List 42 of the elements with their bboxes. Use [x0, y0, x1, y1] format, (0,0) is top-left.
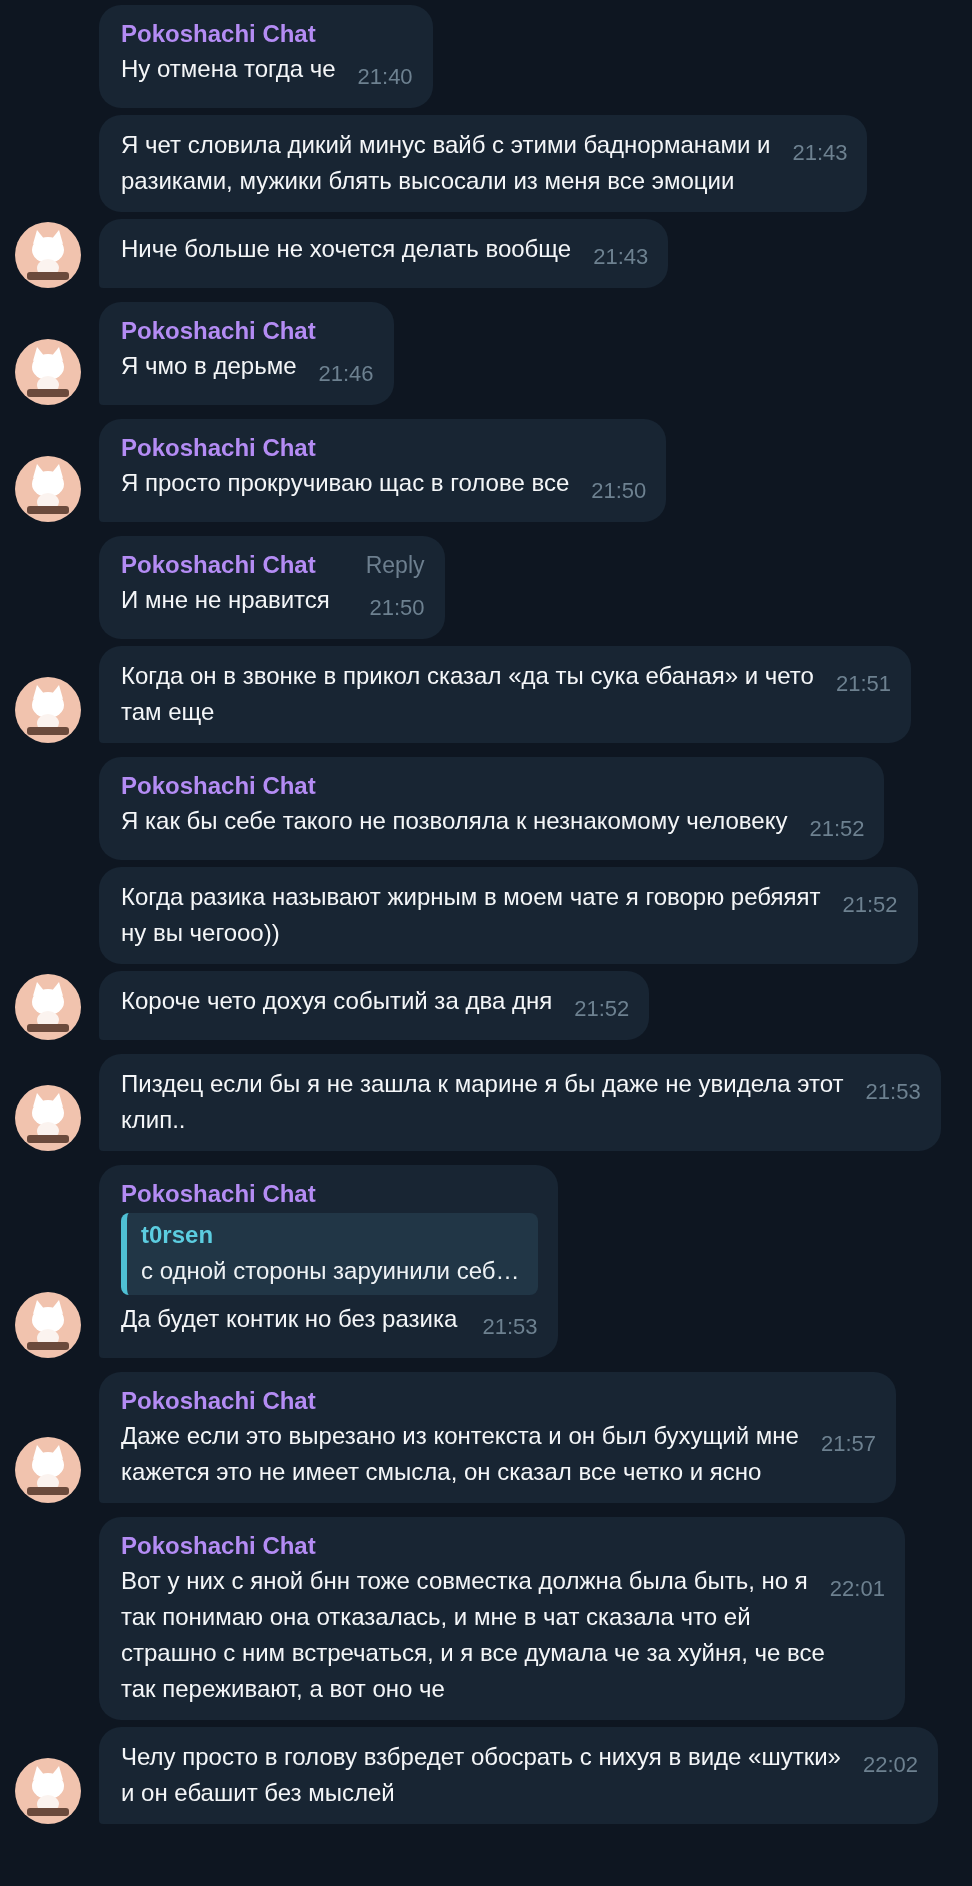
message-text: Я просто прокручиваю щас в голове все [121, 469, 570, 496]
message-text: Я чет словила дикий минус вайб с этими баднорманами и разиками, мужики блять высосали из меня все эмоции [121, 131, 771, 194]
message-text: Ну отмена тогда че [121, 55, 336, 82]
sender-name[interactable]: Pokoshachi Chat [121, 1529, 316, 1563]
sender-name[interactable]: Pokoshachi Chat [121, 431, 316, 465]
message-text: Пиздец если бы я не зашла к марине я бы даже не увидела этот клип.. [121, 1070, 844, 1133]
message-text: Челу просто в голову взбредет обосрать с нихуя в виде «шутки» и он ебашит без мыслей [121, 1743, 841, 1806]
message-text: Я чмо в дерьме [121, 352, 297, 379]
message-time: 21:52 [842, 891, 898, 919]
message-time: 22:02 [862, 1751, 918, 1779]
sender-name[interactable]: Pokoshachi Chat [121, 548, 316, 582]
message-time: 21:50 [369, 594, 425, 622]
message-time: 21:50 [591, 477, 647, 505]
sender-name[interactable]: Pokoshachi Chat [121, 769, 316, 803]
message-time: 21:57 [820, 1430, 876, 1458]
message-time: 22:01 [829, 1575, 885, 1603]
sender-name[interactable]: Pokoshachi Chat [121, 314, 316, 348]
message-time: 21:51 [835, 670, 891, 698]
message-time: 21:52 [574, 995, 630, 1023]
message-text: Когда он в звонке в прикол сказал «да ты сука ебаная» и чето там еще [121, 662, 814, 725]
message-time: 21:53 [482, 1313, 538, 1341]
quote-text: с одной стороны заруинили себ… [141, 1256, 520, 1286]
message-time: 21:46 [318, 360, 374, 388]
message-text: Ниче больше не хочется делать вообще [121, 235, 572, 262]
message-text: И мне не нравится [121, 586, 330, 613]
sender-name[interactable]: Pokoshachi Chat [121, 1384, 316, 1418]
message-text: Когда разика называют жирным в моем чате я говорю ребяяят ну вы чегооо)) [121, 883, 821, 946]
message-text: Вот у них с яной бнн тоже совместка должна была быть, но я так понимаю она отказалась, и мне в чат сказала что ей страшно с ним встречаться, и я все думала че за хуйня, че все так переживают, а вот оно че [121, 1567, 825, 1702]
message-time: 21:52 [809, 815, 865, 843]
sender-name[interactable]: Pokoshachi Chat [121, 1177, 316, 1211]
message-text: Я как бы себе такого не позволяла к незнакомому человеку [121, 807, 788, 834]
quoted-message[interactable]: t0rsen с одной стороны заруинили себ… [121, 1213, 538, 1295]
reply-link[interactable]: Reply [365, 548, 425, 582]
message-time: 21:53 [865, 1078, 921, 1106]
message-time: 21:40 [357, 63, 413, 91]
message-time: 21:43 [792, 139, 848, 167]
message-text: Да будет контик но без разика [121, 1305, 458, 1332]
message-time: 21:43 [593, 243, 649, 271]
quote-author: t0rsen [141, 1220, 215, 1250]
message-text: Короче чето дохуя событий за два дня [121, 987, 553, 1014]
sender-name[interactable]: Pokoshachi Chat [121, 17, 316, 51]
message-text: Даже если это вырезано из контекста и он был бухущий мне кажется это не имеет смысла, он сказал все четко и ясно [121, 1422, 799, 1485]
